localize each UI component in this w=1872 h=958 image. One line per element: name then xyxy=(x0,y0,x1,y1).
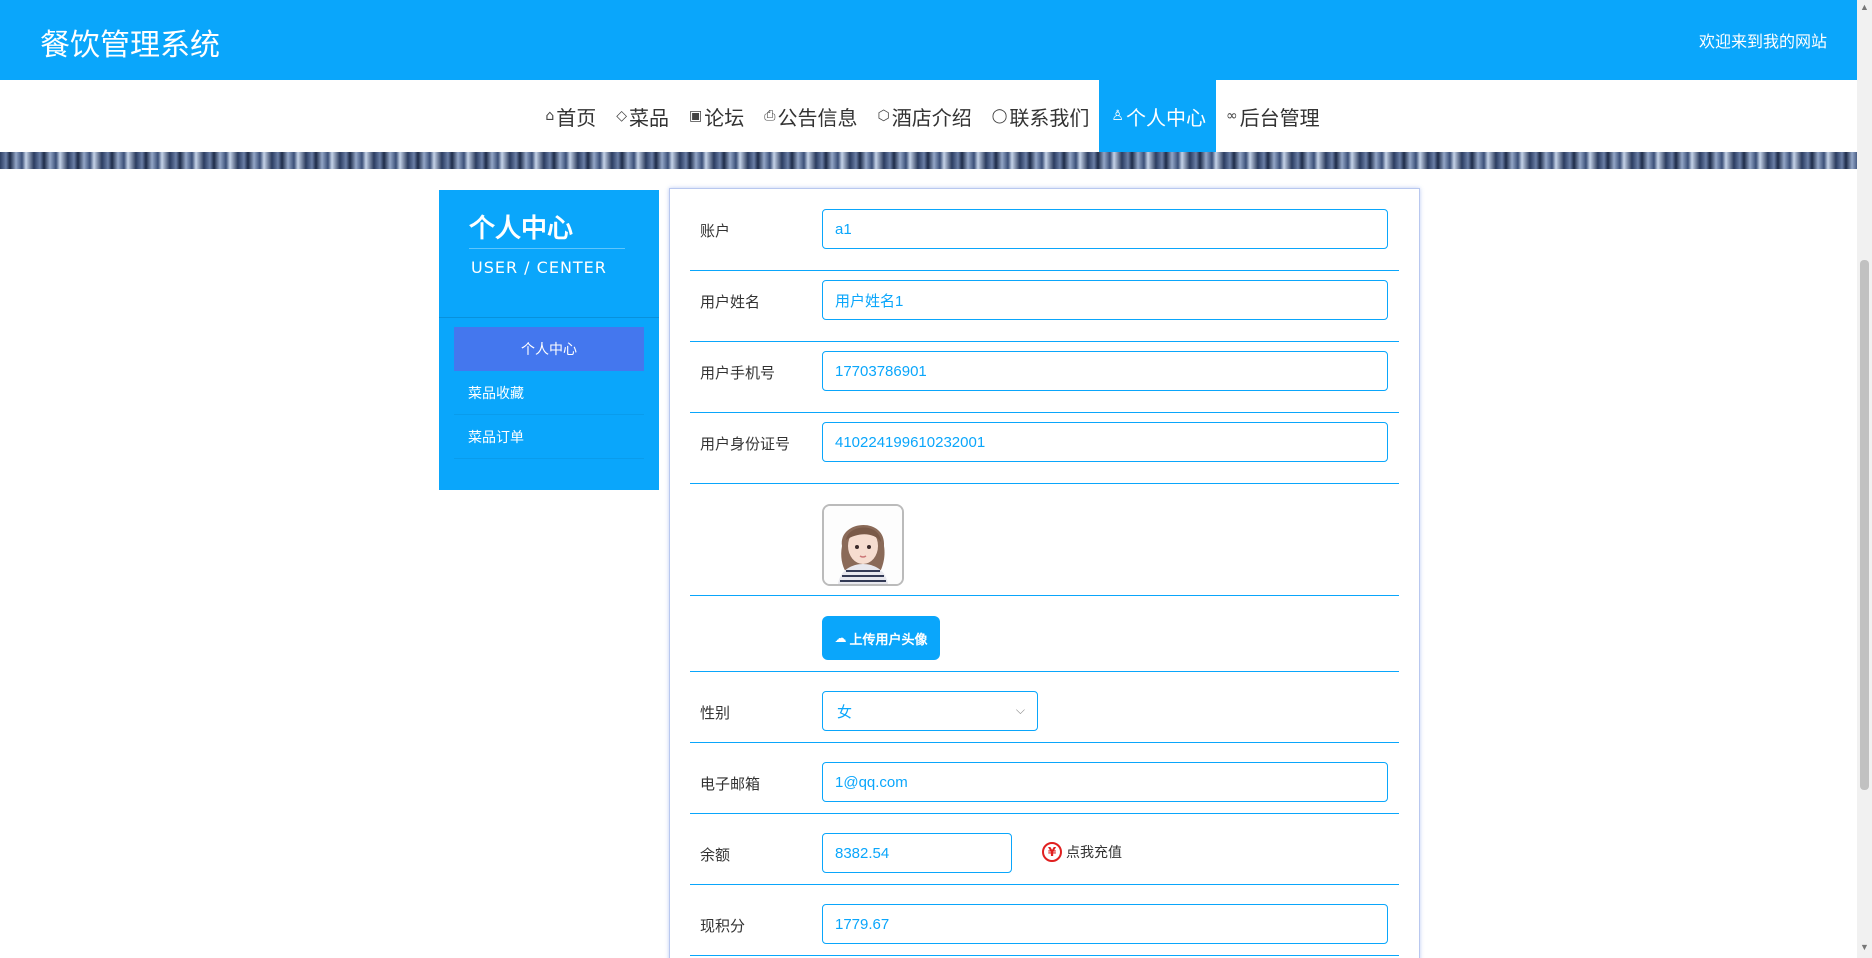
form-row-balance: 余额 8382.54 ¥ 点我充值 xyxy=(690,814,1399,885)
gender-label: 性别 xyxy=(700,704,731,722)
recharge-label: 点我充值 xyxy=(1066,845,1122,861)
avatar-illustration xyxy=(824,506,902,584)
balance-field[interactable]: 8382.54 xyxy=(822,833,1012,873)
nav-label: 酒店介绍 xyxy=(891,105,972,130)
yuan-icon: ¥ xyxy=(1042,842,1062,862)
banner-image xyxy=(0,152,1857,169)
gender-select[interactable]: 女 ⌵ xyxy=(822,691,1038,731)
recharge-link[interactable]: ¥ 点我充值 xyxy=(1042,842,1122,862)
sidebar-menu: 个人中心 菜品收藏 菜品订单 xyxy=(454,327,644,459)
email-label: 电子邮箱 xyxy=(700,775,761,793)
points-label: 现积分 xyxy=(700,917,746,935)
form-row-idcard: 用户身份证号 410224199610232001 xyxy=(690,413,1399,484)
nav-item-announcements[interactable]: ⎙ 公告信息 xyxy=(754,80,867,152)
home-icon: ⌂ xyxy=(545,108,555,124)
sidebar-title: 个人中心 xyxy=(469,214,574,244)
page: 餐饮管理系统 欢迎来到我的网站 ⌂ 首页 ◇ 菜品 ▣ 论坛 ⎙ 公告信息 ⬡ … xyxy=(0,0,1872,958)
cube-icon: ⬡ xyxy=(877,108,890,124)
sidebar-subtitle: USER / CENTER xyxy=(471,258,607,277)
profile-form-panel: 账户 a1 用户姓名 用户姓名1 用户手机号 17703786901 用户身份证… xyxy=(669,188,1420,958)
sidebar-title-underline xyxy=(469,248,625,249)
upload-avatar-button[interactable]: ☁ 上传用户头像 xyxy=(822,616,940,660)
upload-avatar-label: 上传用户头像 xyxy=(849,632,928,648)
form-row-name: 用户姓名 用户姓名1 xyxy=(690,271,1399,342)
account-label: 账户 xyxy=(700,222,731,240)
nav-item-forum[interactable]: ▣ 论坛 xyxy=(679,80,754,152)
user-avatar xyxy=(822,504,904,586)
form-row-account: 账户 a1 xyxy=(690,209,1399,271)
email-field[interactable]: 1@qq.com xyxy=(822,762,1388,802)
form-row-points: 现积分 1779.67 xyxy=(690,885,1399,956)
name-field[interactable]: 用户姓名1 xyxy=(822,280,1388,320)
phone-label: 用户手机号 xyxy=(700,364,776,382)
nav-label: 首页 xyxy=(556,105,597,130)
account-field[interactable]: a1 xyxy=(822,209,1388,249)
sidebar-item-user-center[interactable]: 个人中心 xyxy=(454,327,644,371)
user-icon: ♙ xyxy=(1111,108,1124,124)
sidebar-divider xyxy=(439,317,659,318)
link-icon: ∞ xyxy=(1225,108,1238,124)
form-row-upload: ☁ 上传用户头像 xyxy=(690,596,1399,672)
form-row-gender: 性别 女 ⌵ xyxy=(690,672,1399,743)
sidebar-item-orders[interactable]: 菜品订单 xyxy=(454,415,644,459)
tag-icon: ◇ xyxy=(616,108,628,124)
nav-item-dishes[interactable]: ◇ 菜品 xyxy=(606,80,679,152)
nav-label: 论坛 xyxy=(704,105,745,130)
gender-value: 女 xyxy=(837,702,853,721)
chat-icon: ◯ xyxy=(991,108,1008,124)
printer-icon: ⎙ xyxy=(764,108,776,124)
sidebar-item-favorites[interactable]: 菜品收藏 xyxy=(454,371,644,415)
chevron-down-icon: ⌵ xyxy=(1015,703,1025,717)
gift-icon: ▣ xyxy=(689,108,703,124)
sidebar: 个人中心 USER / CENTER 个人中心 菜品收藏 菜品订单 xyxy=(439,190,659,490)
nav-label: 公告信息 xyxy=(777,105,858,130)
top-header: 餐饮管理系统 欢迎来到我的网站 xyxy=(0,0,1857,80)
idcard-label: 用户身份证号 xyxy=(700,435,791,453)
nav-label: 联系我们 xyxy=(1009,105,1090,130)
balance-label: 余额 xyxy=(700,846,731,864)
form-row-email: 电子邮箱 1@qq.com xyxy=(690,743,1399,814)
nav-label: 个人中心 xyxy=(1125,105,1206,130)
nav-item-user-center[interactable]: ♙ 个人中心 xyxy=(1099,80,1216,152)
nav-label: 菜品 xyxy=(629,105,670,130)
welcome-text: 欢迎来到我的网站 xyxy=(1698,32,1827,51)
nav-item-admin[interactable]: ∞ 后台管理 xyxy=(1216,80,1330,152)
main-nav: ⌂ 首页 ◇ 菜品 ▣ 论坛 ⎙ 公告信息 ⬡ 酒店介绍 ◯ 联系我们 ♙ 个人… xyxy=(0,80,1857,152)
nav-item-home[interactable]: ⌂ 首页 xyxy=(535,80,606,152)
points-field[interactable]: 1779.67 xyxy=(822,904,1388,944)
nav-label: 后台管理 xyxy=(1239,105,1320,130)
form-row-phone: 用户手机号 17703786901 xyxy=(690,342,1399,413)
scrollbar-thumb[interactable] xyxy=(1860,260,1869,790)
cloud-upload-icon: ☁ xyxy=(834,631,847,645)
nav-item-hotel-intro[interactable]: ⬡ 酒店介绍 xyxy=(867,80,981,152)
site-title: 餐饮管理系统 xyxy=(40,28,220,63)
scroll-up-arrow-icon[interactable]: ▲ xyxy=(1860,2,1869,12)
form-row-avatar xyxy=(690,484,1399,596)
name-label: 用户姓名 xyxy=(700,293,761,311)
page-scrollbar[interactable]: ▲ ▼ xyxy=(1857,0,1872,958)
phone-field[interactable]: 17703786901 xyxy=(822,351,1388,391)
idcard-field[interactable]: 410224199610232001 xyxy=(822,422,1388,462)
scroll-down-arrow-icon[interactable]: ▼ xyxy=(1860,942,1869,952)
nav-item-contact[interactable]: ◯ 联系我们 xyxy=(982,80,1100,152)
